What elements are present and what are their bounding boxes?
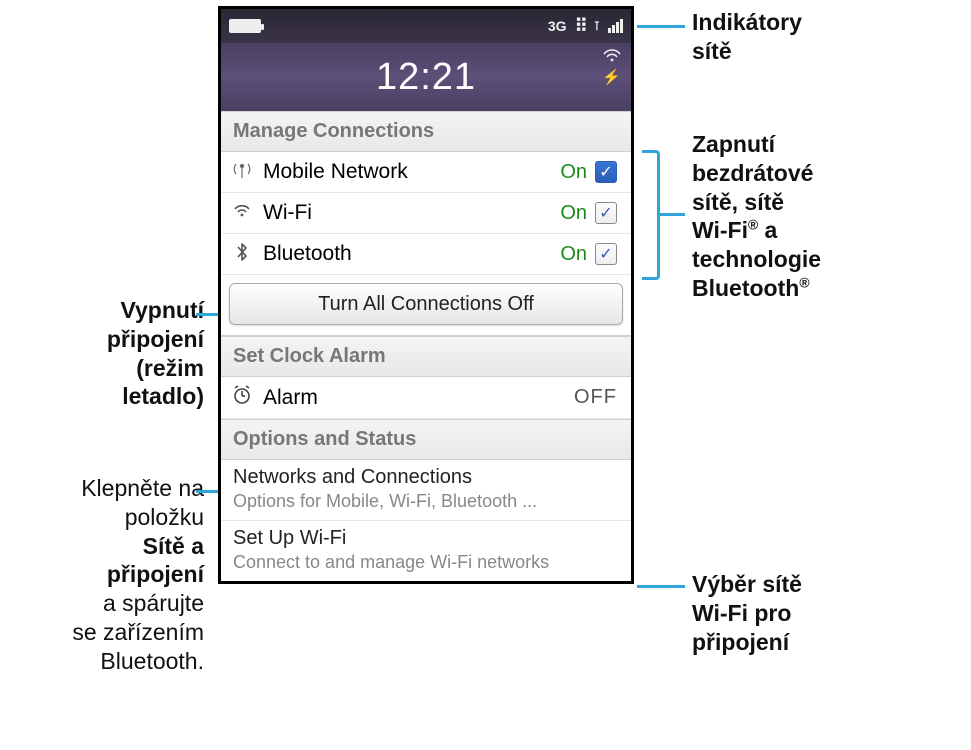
section-manage-connections: Manage Connections xyxy=(221,111,631,152)
phone-screenshot: 3G ⠿ ⊺ 12:21 ⚡ Manage Connections xyxy=(218,6,634,584)
callout-text: Wi-Fi® a xyxy=(692,216,821,245)
callout-text: letadlo) xyxy=(107,382,204,411)
option-title: Set Up Wi-Fi xyxy=(233,527,619,550)
callout-text: připojení xyxy=(692,628,802,657)
state-label: On xyxy=(560,161,587,184)
callout-text: Bluetooth® xyxy=(692,274,821,303)
leader-bracket xyxy=(642,150,660,280)
callout-text: a spárujte xyxy=(72,589,204,618)
row-wifi[interactable]: Wi-Fi On ✓ xyxy=(221,193,631,234)
callout-text: bezdrátové xyxy=(692,159,821,188)
clock-banner: 12:21 ⚡ xyxy=(221,43,631,111)
callout-text: se zařízením xyxy=(72,618,204,647)
leader-line xyxy=(660,213,685,216)
row-mobile-network[interactable]: Mobile Network On ✓ xyxy=(221,152,631,193)
row-label: Mobile Network xyxy=(263,160,408,184)
callout-text: (režim xyxy=(107,354,204,383)
callout-text: technologie xyxy=(692,245,821,274)
bluetooth-icon xyxy=(231,243,253,266)
leader-line xyxy=(637,585,685,588)
row-networks-connections[interactable]: Networks and Connections Options for Mob… xyxy=(221,460,631,521)
turn-all-off-button[interactable]: Turn All Connections Off xyxy=(229,283,623,325)
callout-text: Výběr sítě xyxy=(692,570,802,599)
callout-text: Sítě a xyxy=(72,532,204,561)
blackberry-logo-icon: ⠿ xyxy=(575,16,586,37)
callout-text: položku xyxy=(72,503,204,532)
alarm-clock-icon xyxy=(231,385,253,410)
callout-airplane-mode: Vypnutí připojení (režim letadlo) xyxy=(107,296,204,411)
clock-side-icons: ⚡ xyxy=(602,49,621,86)
callout-text: Zapnutí xyxy=(692,130,821,159)
row-label: Bluetooth xyxy=(263,242,352,266)
row-bluetooth[interactable]: Bluetooth On ✓ xyxy=(221,234,631,275)
signal-icon xyxy=(608,19,623,33)
right-callouts: Indikátory sítě Zapnutí bezdrátové sítě,… xyxy=(644,0,964,750)
turn-off-button-wrap: Turn All Connections Off xyxy=(221,275,631,336)
clock-time: 12:21 xyxy=(376,56,476,99)
bluetooth-icon: ⚡ xyxy=(602,68,621,86)
row-label: Wi-Fi xyxy=(263,201,312,225)
network-3g-label: 3G xyxy=(548,18,567,34)
callout-text: Wi-Fi pro xyxy=(692,599,802,628)
diagram-root: Vypnutí připojení (režim letadlo) Klepně… xyxy=(0,0,971,750)
state-label: On xyxy=(560,243,587,266)
wifi-icon xyxy=(603,49,621,66)
mobile-antenna-icon xyxy=(231,161,253,184)
option-subtitle: Connect to and manage Wi-Fi networks xyxy=(233,552,619,573)
leader-line xyxy=(637,25,685,28)
callout-text: Bluetooth. xyxy=(72,647,204,676)
callout-text: sítě xyxy=(692,37,802,66)
checkbox-bluetooth[interactable]: ✓ xyxy=(595,243,617,265)
status-bar: 3G ⠿ ⊺ xyxy=(221,9,631,43)
checkbox-wifi[interactable]: ✓ xyxy=(595,202,617,224)
alarm-state: OFF xyxy=(574,386,617,409)
callout-text: sítě, sítě xyxy=(692,188,821,217)
section-options-status: Options and Status xyxy=(221,419,631,460)
option-title: Networks and Connections xyxy=(233,466,619,489)
status-right-group: 3G ⠿ ⊺ xyxy=(548,16,623,37)
checkbox-mobile[interactable]: ✓ xyxy=(595,161,617,183)
callout-text: Vypnutí xyxy=(107,296,204,325)
left-callouts: Vypnutí připojení (režim letadlo) Klepně… xyxy=(0,0,214,750)
callout-wifi-select: Výběr sítě Wi-Fi pro připojení xyxy=(692,570,802,656)
wifi-icon xyxy=(231,202,253,225)
option-subtitle: Options for Mobile, Wi-Fi, Bluetooth ... xyxy=(233,491,619,512)
section-set-clock-alarm: Set Clock Alarm xyxy=(221,336,631,377)
callout-text: Indikátory xyxy=(692,8,802,37)
callout-networks-link: Klepněte na položku Sítě a připojení a s… xyxy=(72,474,204,675)
callout-text: připojení xyxy=(107,325,204,354)
callout-indicators: Indikátory sítě xyxy=(692,8,802,66)
row-alarm[interactable]: Alarm OFF xyxy=(221,377,631,419)
row-label: Alarm xyxy=(263,386,318,410)
battery-icon xyxy=(229,19,261,33)
row-setup-wifi[interactable]: Set Up Wi-Fi Connect to and manage Wi-Fi… xyxy=(221,521,631,581)
antenna-icon: ⊺ xyxy=(594,19,600,33)
callout-text: připojení xyxy=(72,560,204,589)
callout-toggles: Zapnutí bezdrátové sítě, sítě Wi-Fi® a t… xyxy=(692,130,821,303)
callout-text: Klepněte na xyxy=(72,474,204,503)
state-label: On xyxy=(560,202,587,225)
